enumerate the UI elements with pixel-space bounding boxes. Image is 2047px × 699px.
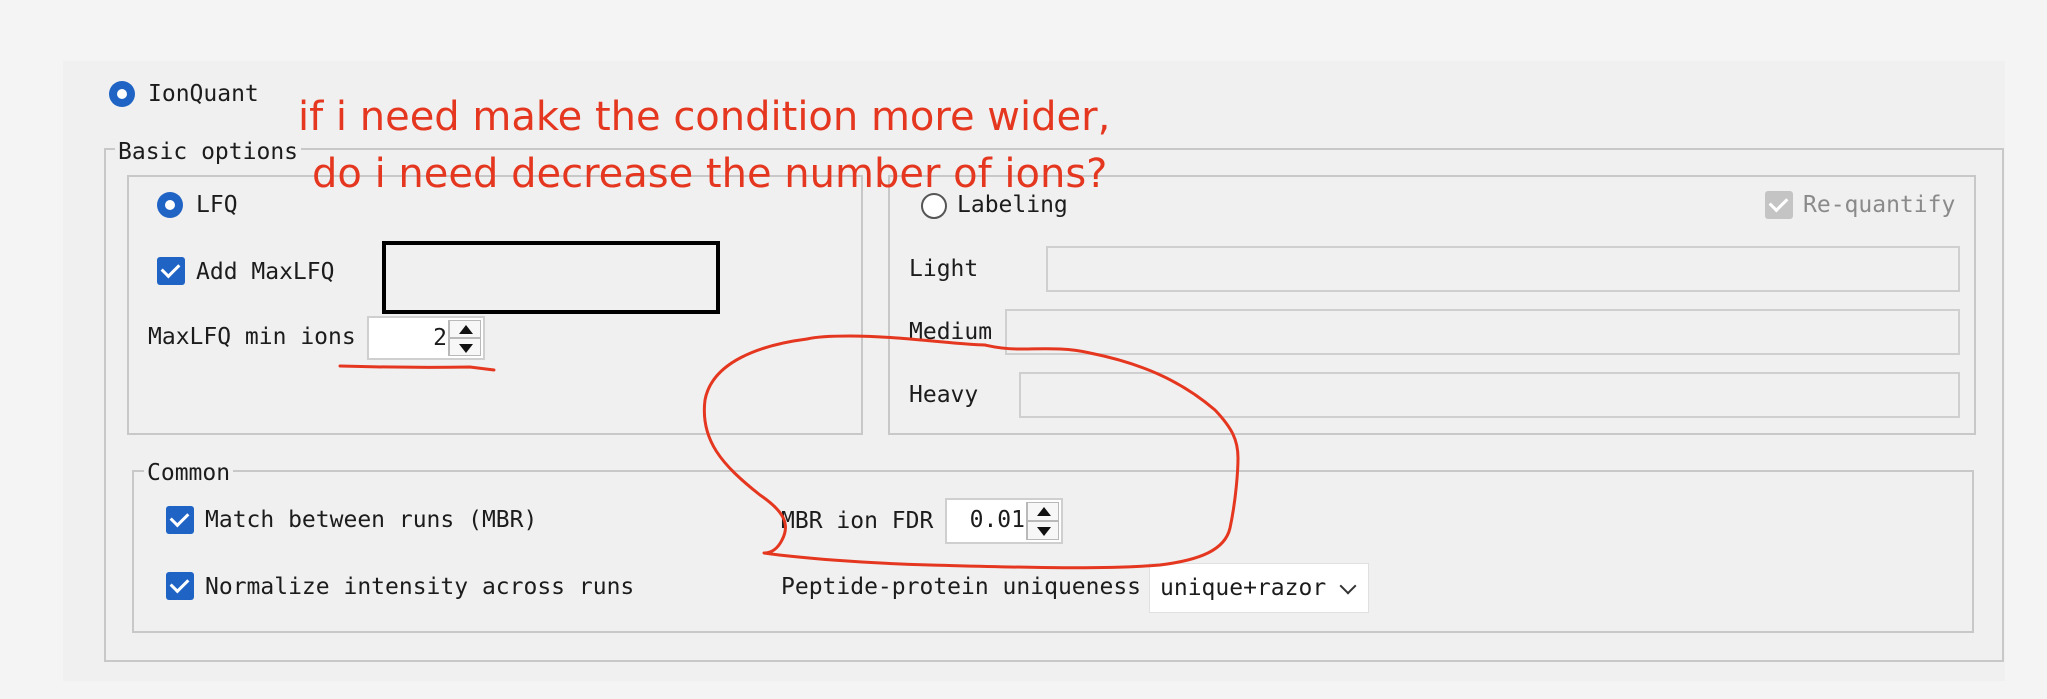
annotation-line-1: if i need make the condition more wider, [298, 94, 1111, 140]
underline-stroke [338, 364, 496, 372]
annotation-line-2: do i need decrease the number of ions? [312, 151, 1108, 197]
circle-stroke [702, 334, 1240, 570]
